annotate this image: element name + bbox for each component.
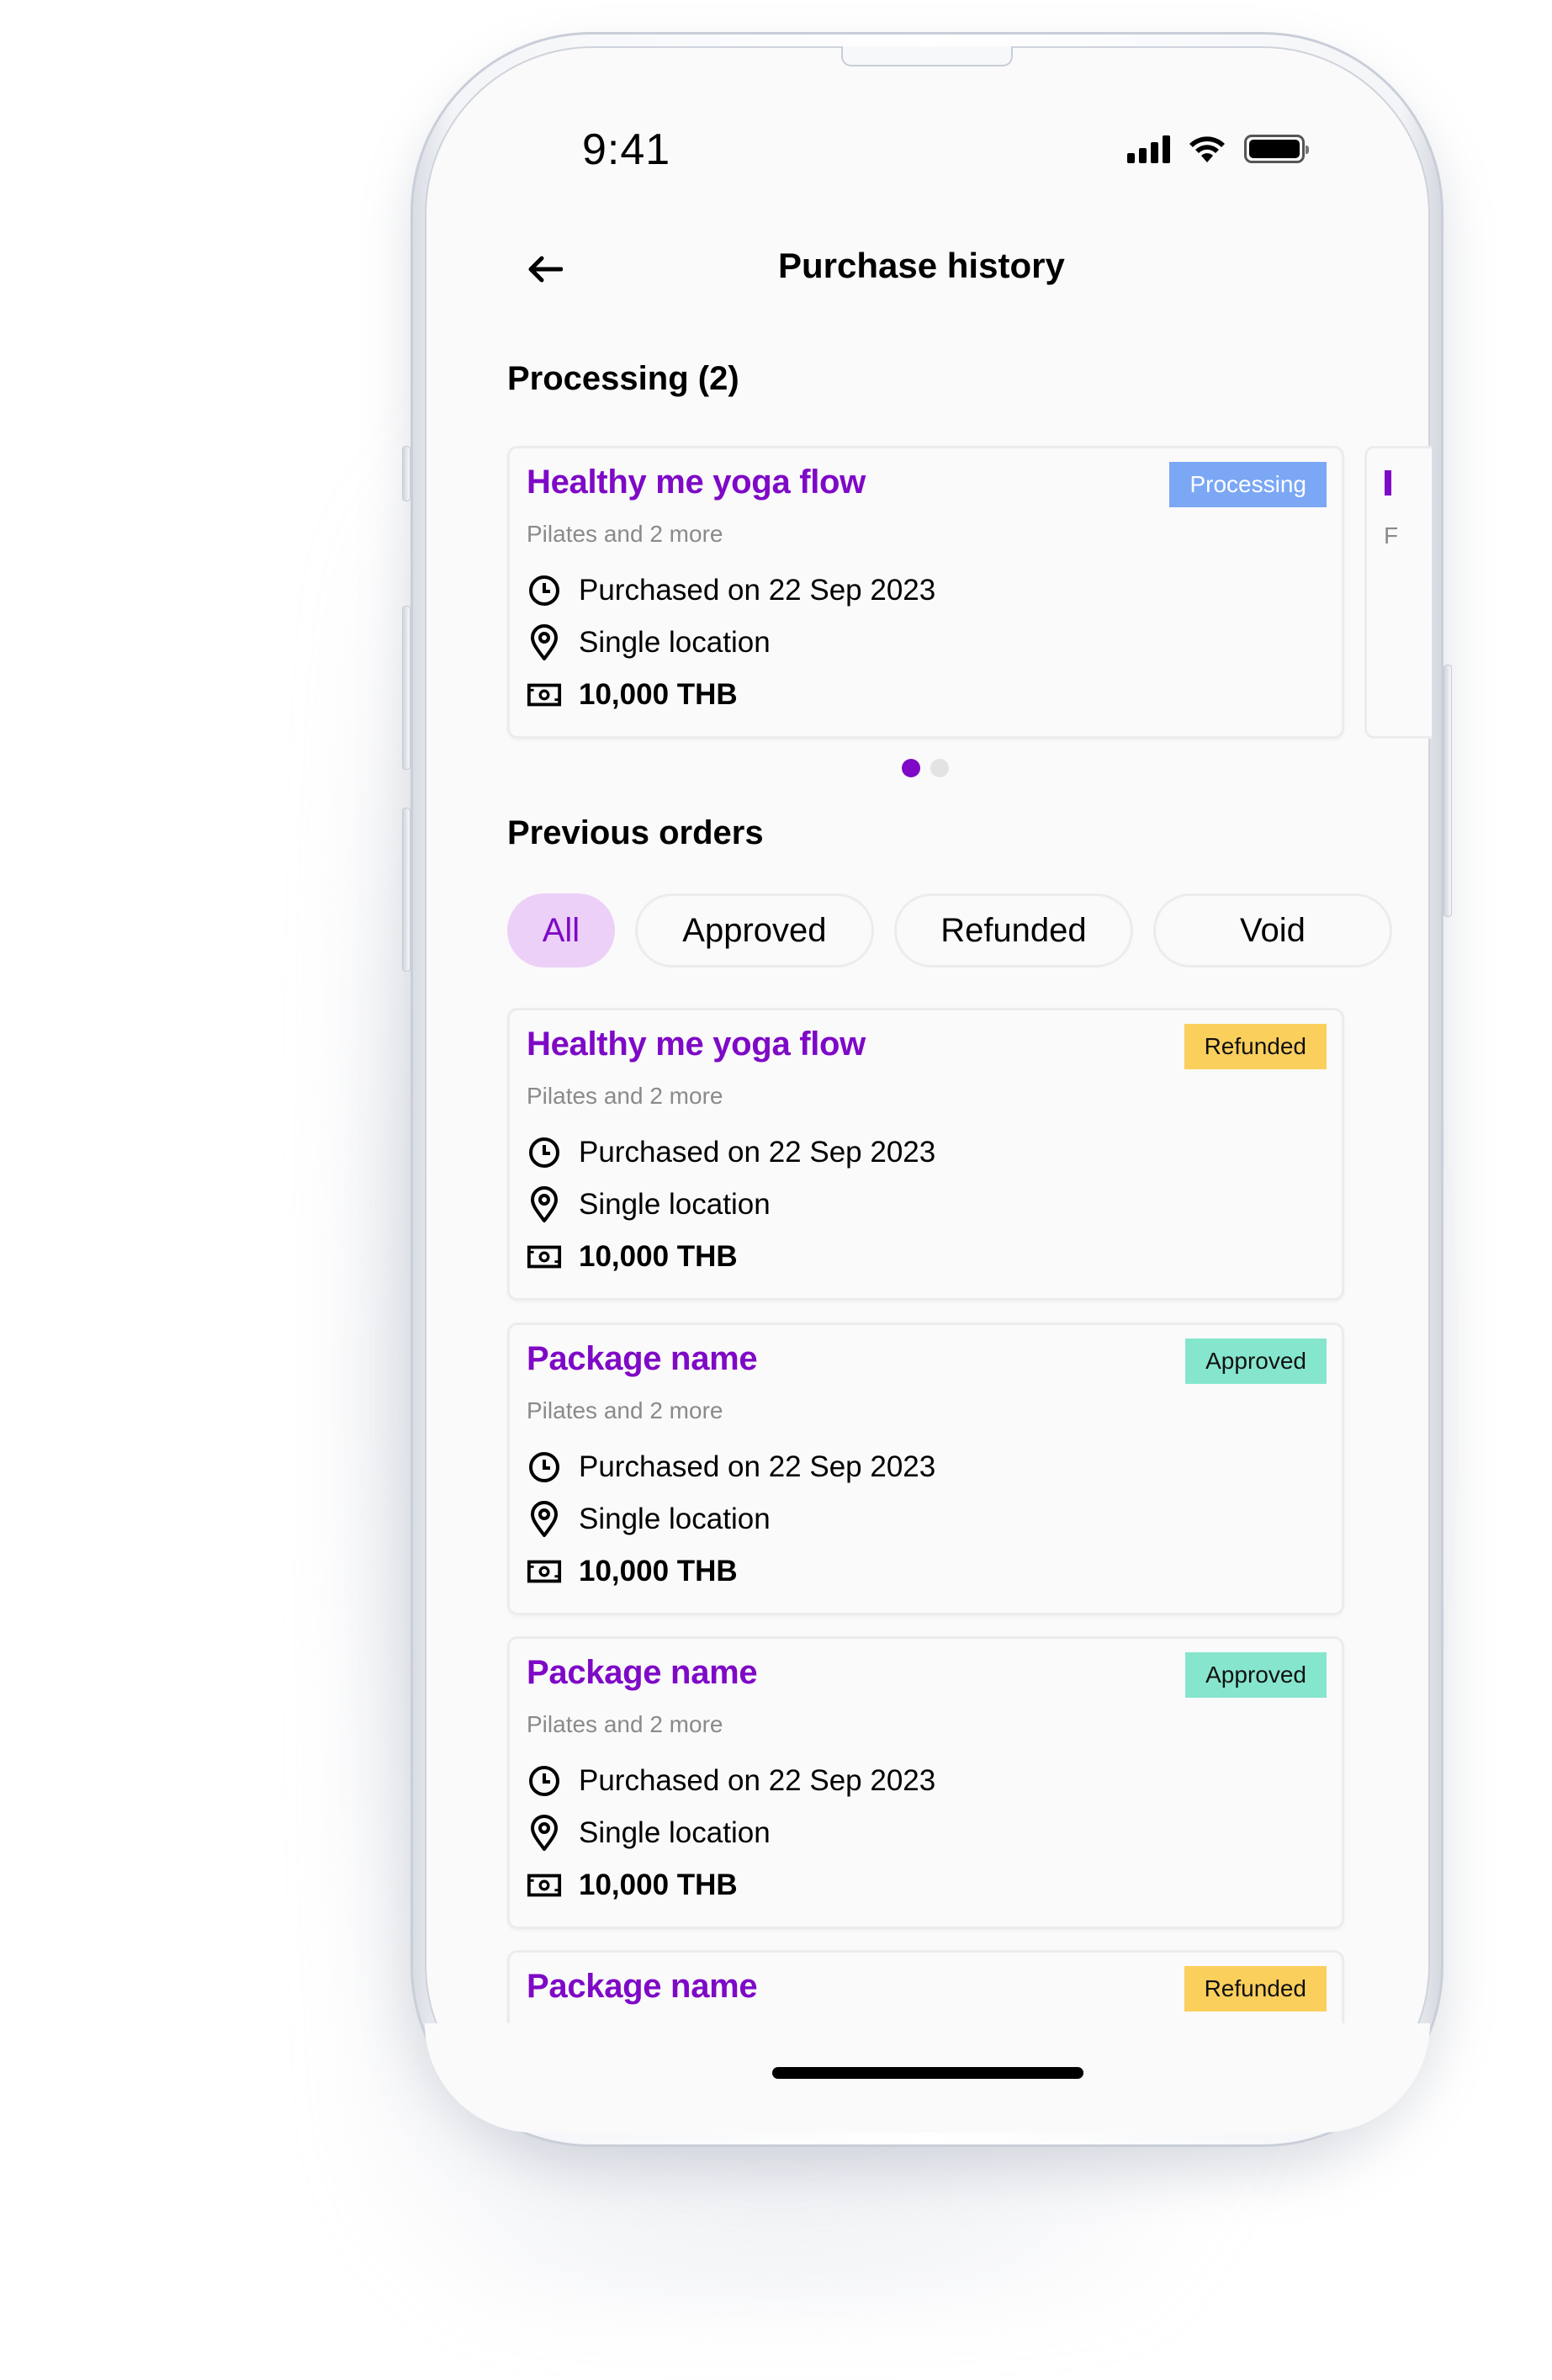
next-card-subtitle-fragment: F <box>1384 522 1399 549</box>
back-button[interactable] <box>522 246 569 293</box>
package-name: Package name <box>527 1340 758 1377</box>
price: 10,000 THB <box>579 678 738 711</box>
package-subtitle: Pilates and 2 more <box>527 521 723 547</box>
map-pin-icon <box>527 1186 562 1222</box>
location-type: Single location <box>579 1503 771 1535</box>
location-row: Single location <box>527 1501 771 1537</box>
location-type: Single location <box>579 1188 771 1221</box>
package-name: Healthy me yoga flow <box>527 464 866 501</box>
power-button <box>1443 665 1452 917</box>
cellular-signal-icon <box>1127 135 1170 163</box>
previous-orders-heading: Previous orders <box>507 814 764 851</box>
filter-chips: All Approved Refunded Void <box>507 893 1392 971</box>
wifi-icon <box>1189 136 1225 162</box>
status-icons <box>1127 135 1309 163</box>
speaker-grille <box>841 46 1013 66</box>
package-subtitle: Pilates and 2 more <box>527 1711 723 1737</box>
filter-chip-all[interactable]: All <box>507 893 615 967</box>
cash-icon <box>527 1239 562 1275</box>
clock-icon <box>527 1450 562 1485</box>
processing-heading: Processing (2) <box>507 360 739 397</box>
cash-icon <box>527 677 562 713</box>
pagination-dot[interactable] <box>930 759 949 777</box>
purchase-date: Purchased on 22 Sep 2023 <box>579 1764 936 1797</box>
page-title: Purchase history <box>778 246 1065 285</box>
price: 10,000 THB <box>579 1555 738 1588</box>
home-indicator[interactable] <box>772 2067 1083 2079</box>
purchase-date-row: Purchased on 22 Sep 2023 <box>527 1763 935 1799</box>
price-row: 10,000 THB <box>527 677 738 713</box>
location-type: Single location <box>579 626 771 659</box>
purchase-date-row: Purchased on 22 Sep 2023 <box>527 1450 935 1485</box>
purchase-date: Purchased on 22 Sep 2023 <box>579 1136 936 1169</box>
status-badge: Approved <box>1185 1652 1327 1698</box>
purchase-date: Purchased on 22 Sep 2023 <box>579 574 936 607</box>
clock-icon <box>527 573 562 608</box>
package-name: Healthy me yoga flow <box>527 1026 866 1063</box>
status-badge: Refunded <box>1184 1024 1327 1069</box>
cash-icon <box>527 1554 562 1589</box>
status-time: 9:41 <box>582 125 671 174</box>
order-card[interactable]: Healthy me yoga flow Refunded Pilates an… <box>507 1008 1344 1301</box>
price: 10,000 THB <box>579 1868 738 1901</box>
purchase-date-row: Purchased on 22 Sep 2023 <box>527 1135 935 1170</box>
carousel-pagination <box>902 759 949 777</box>
location-row: Single location <box>527 1186 771 1222</box>
location-row: Single location <box>527 624 771 660</box>
clock-icon <box>527 1763 562 1799</box>
status-badge: Processing <box>1169 462 1327 507</box>
battery-icon <box>1244 135 1309 163</box>
purchase-date: Purchased on 22 Sep 2023 <box>579 1450 936 1483</box>
map-pin-icon <box>527 1815 562 1851</box>
price: 10,000 THB <box>579 1240 738 1273</box>
cash-icon <box>527 1868 562 1903</box>
status-badge: Refunded <box>1184 1966 1327 2012</box>
map-pin-icon <box>527 1501 562 1537</box>
map-pin-icon <box>527 624 562 660</box>
pagination-dot-active[interactable] <box>902 759 920 777</box>
arrow-left-icon <box>528 256 563 283</box>
processing-card-next[interactable]: F <box>1364 446 1432 739</box>
clock-icon <box>527 1135 562 1170</box>
purchase-date-row: Purchased on 22 Sep 2023 <box>527 573 935 608</box>
price-row: 10,000 THB <box>527 1554 738 1589</box>
package-name: Package name <box>527 1654 758 1691</box>
volume-up-button <box>402 606 411 770</box>
volume-down-button <box>402 808 411 972</box>
status-badge: Approved <box>1185 1338 1327 1384</box>
mute-switch <box>402 446 411 501</box>
filter-chip-approved[interactable]: Approved <box>634 893 874 967</box>
price-row: 10,000 THB <box>527 1239 738 1275</box>
package-subtitle: Pilates and 2 more <box>527 1083 723 1109</box>
price-row: 10,000 THB <box>527 1868 738 1903</box>
next-card-title-fragment <box>1385 470 1391 496</box>
location-type: Single location <box>579 1816 771 1849</box>
package-name: Package name <box>527 1968 758 2005</box>
package-subtitle: Pilates and 2 more <box>527 1397 723 1423</box>
order-card[interactable]: Package name Approved Pilates and 2 more… <box>507 1636 1344 1929</box>
processing-card[interactable]: Healthy me yoga flow Processing Pilates … <box>507 446 1344 739</box>
filter-chip-refunded[interactable]: Refunded <box>893 893 1133 967</box>
location-row: Single location <box>527 1815 771 1851</box>
order-card[interactable]: Package name Approved Pilates and 2 more… <box>507 1323 1344 1615</box>
filter-chip-void[interactable]: Void <box>1152 893 1392 967</box>
